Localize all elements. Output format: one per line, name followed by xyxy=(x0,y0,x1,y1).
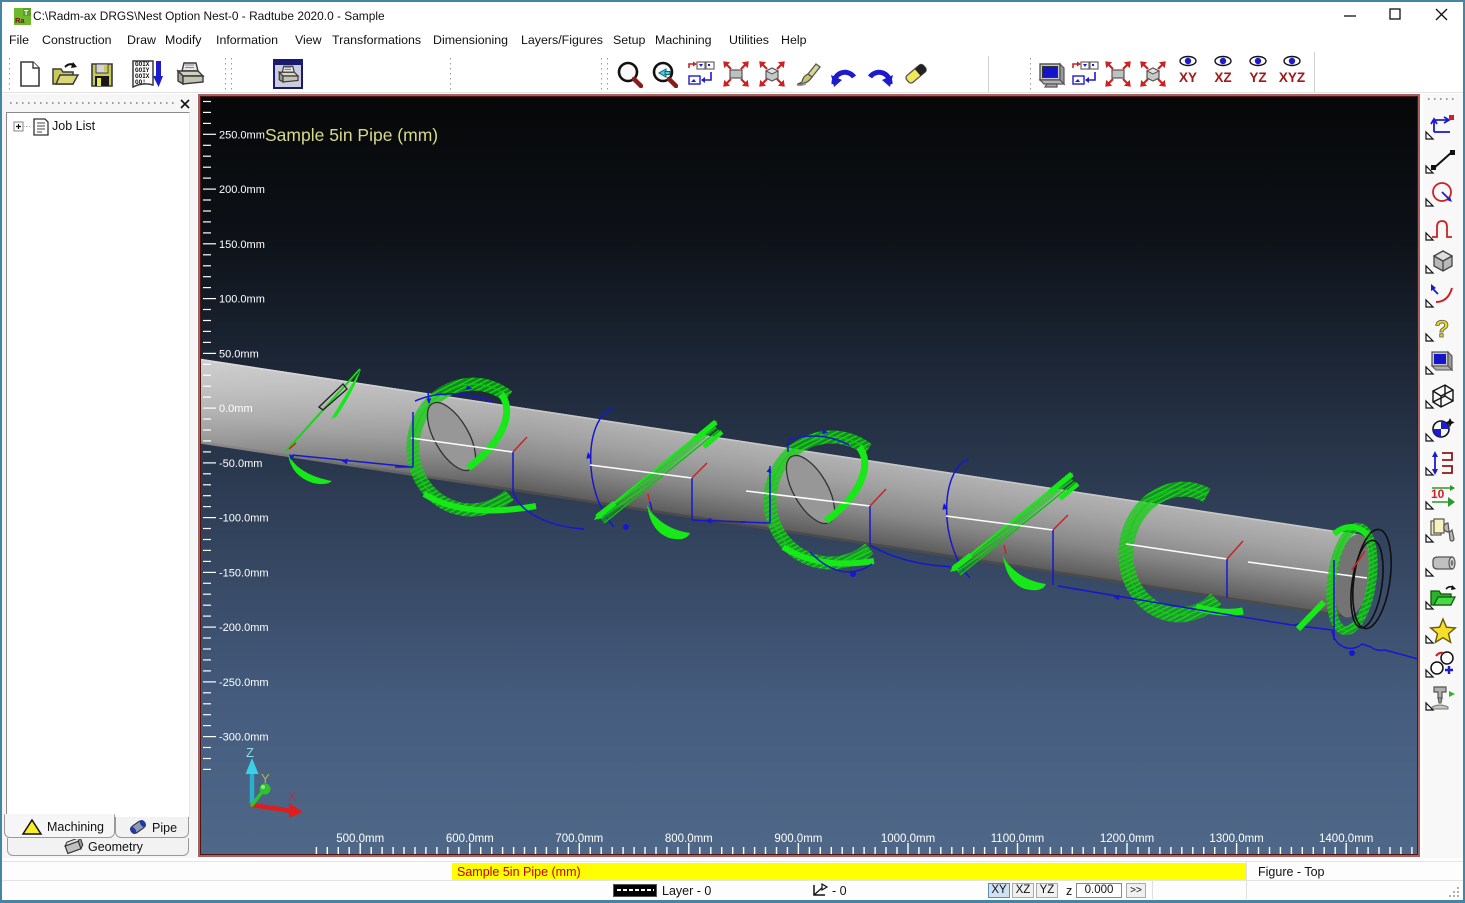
svg-text:1000.0mm: 1000.0mm xyxy=(881,833,935,845)
svg-text:Sample 5in Pipe (mm): Sample 5in Pipe (mm) xyxy=(265,125,438,145)
svg-text:900.0mm: 900.0mm xyxy=(774,833,822,845)
svg-text:-200.0mm: -200.0mm xyxy=(219,622,269,634)
svg-text:-150.0mm: -150.0mm xyxy=(219,567,269,579)
svg-text:-100.0mm: -100.0mm xyxy=(219,513,269,525)
svg-text:-300.0mm: -300.0mm xyxy=(219,732,269,744)
svg-text:Y: Y xyxy=(261,771,270,786)
svg-text:-250.0mm: -250.0mm xyxy=(219,677,269,689)
svg-text:1300.0mm: 1300.0mm xyxy=(1209,833,1263,845)
svg-text:200.0mm: 200.0mm xyxy=(219,184,265,196)
svg-text:T: T xyxy=(24,10,29,17)
svg-text:50.0mm: 50.0mm xyxy=(219,348,259,360)
svg-text:100.0mm: 100.0mm xyxy=(219,294,265,306)
svg-text:500.0mm: 500.0mm xyxy=(336,833,384,845)
svg-text:Z: Z xyxy=(246,745,254,760)
svg-text:10: 10 xyxy=(1431,487,1445,501)
svg-text:XY: XY xyxy=(1179,70,1197,85)
svg-text:GO!: GO! xyxy=(135,79,146,86)
svg-text:XZ: XZ xyxy=(1214,70,1231,85)
svg-text:150.0mm: 150.0mm xyxy=(219,239,265,251)
svg-text:XYZ: XYZ xyxy=(1279,70,1305,85)
svg-text:0.0mm: 0.0mm xyxy=(219,403,253,415)
svg-text:1200.0mm: 1200.0mm xyxy=(1100,833,1154,845)
svg-text:700.0mm: 700.0mm xyxy=(555,833,603,845)
svg-text:600.0mm: 600.0mm xyxy=(446,833,494,845)
svg-text:Ra: Ra xyxy=(15,16,25,25)
svg-text:?: ? xyxy=(1435,316,1450,343)
svg-text:1100.0mm: 1100.0mm xyxy=(991,833,1044,845)
svg-text:250.0mm: 250.0mm xyxy=(219,129,265,141)
svg-text:X: X xyxy=(288,789,297,804)
svg-text:1400.0mm: 1400.0mm xyxy=(1319,833,1373,845)
svg-text:800.0mm: 800.0mm xyxy=(665,833,713,845)
svg-text:-50.0mm: -50.0mm xyxy=(219,458,262,470)
svg-text:YZ: YZ xyxy=(1249,70,1266,85)
